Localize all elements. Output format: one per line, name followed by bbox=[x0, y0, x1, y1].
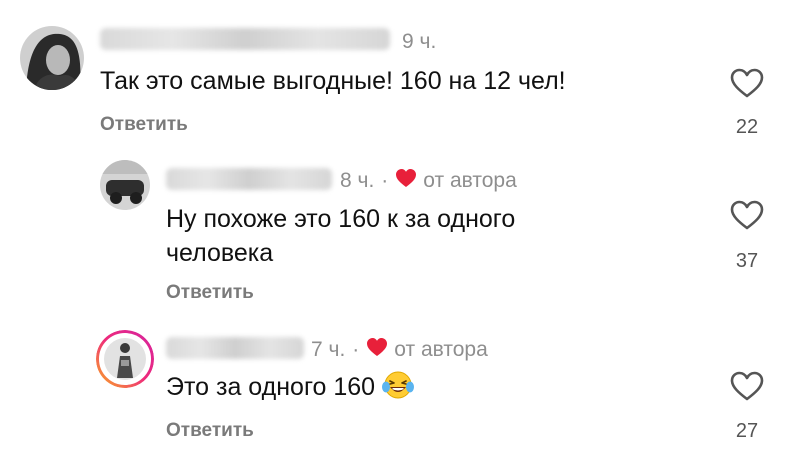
reply-button[interactable]: Ответить bbox=[166, 282, 254, 304]
comment-time: 7 ч. bbox=[311, 338, 346, 361]
comment-text-line: Ну похоже это 160 к за одного bbox=[166, 205, 516, 233]
avatar[interactable] bbox=[20, 26, 84, 90]
author-liked-label: от автора bbox=[423, 169, 517, 192]
username-blurred[interactable] bbox=[166, 168, 332, 190]
comment-meta: 8 ч. · от автора bbox=[340, 168, 517, 194]
like-count: 22 bbox=[735, 116, 759, 138]
comment-time: 8 ч. bbox=[340, 169, 375, 192]
separator-dot: · bbox=[352, 338, 360, 361]
comment-2: 8 ч. · от автора Ну похоже это 160 к за … bbox=[0, 150, 800, 310]
author-liked-label: от автора bbox=[394, 338, 488, 361]
comment-1: 9 ч. Так это самые выгодные! 160 на 12 ч… bbox=[0, 0, 800, 150]
username-blurred[interactable] bbox=[166, 337, 304, 359]
reply-button[interactable]: Ответить bbox=[100, 114, 188, 136]
comment-text: Это за одного 160 bbox=[166, 370, 415, 409]
comment-text: Ну похоже это 160 к за одного человека bbox=[166, 202, 515, 270]
comment-time: 9 ч. bbox=[402, 30, 437, 53]
heart-outline-icon[interactable] bbox=[729, 199, 765, 231]
like-count: 37 bbox=[735, 250, 759, 272]
username-blurred[interactable] bbox=[100, 28, 390, 50]
author-heart-icon bbox=[395, 168, 417, 194]
comment-text-line: человека bbox=[166, 239, 274, 267]
comment-3: 7 ч. · от автора Это за одного 160 Ответ… bbox=[0, 310, 800, 464]
separator-dot: · bbox=[381, 169, 389, 192]
author-heart-icon bbox=[366, 337, 388, 363]
comment-meta: 7 ч. · от автора bbox=[311, 337, 488, 363]
laughing-tears-emoji-icon bbox=[381, 370, 415, 409]
avatar[interactable] bbox=[100, 160, 150, 210]
avatar-with-story-ring[interactable] bbox=[96, 330, 154, 388]
heart-outline-icon[interactable] bbox=[729, 67, 765, 99]
comment-text-content: Это за одного 160 bbox=[166, 373, 376, 401]
like-count: 27 bbox=[735, 420, 759, 442]
comment-text: Так это самые выгодные! 160 на 12 чел! bbox=[100, 67, 566, 95]
reply-button[interactable]: Ответить bbox=[166, 420, 254, 442]
heart-outline-icon[interactable] bbox=[729, 370, 765, 402]
comment-meta: 9 ч. bbox=[402, 30, 436, 54]
